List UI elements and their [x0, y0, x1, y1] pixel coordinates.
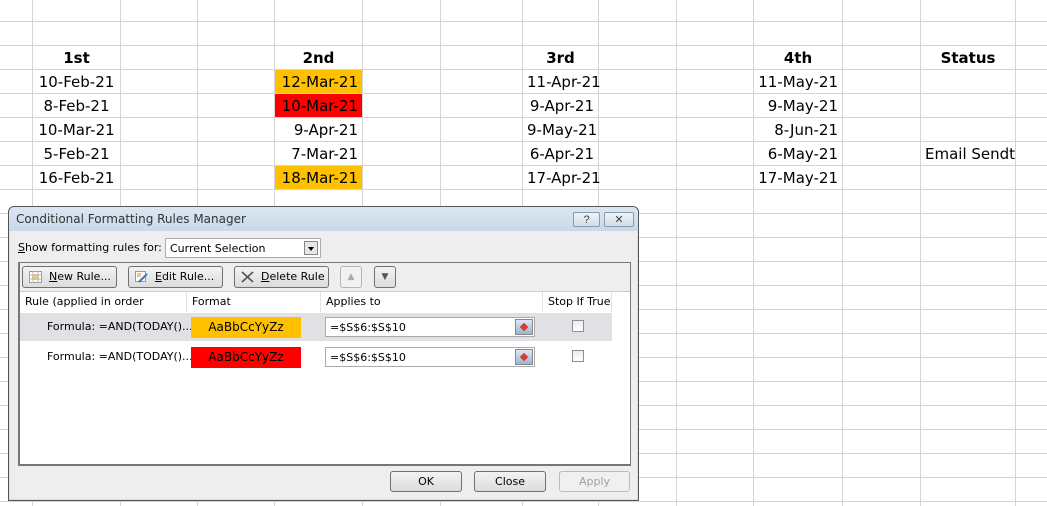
format-preview: AaBbCcYyZz	[191, 317, 301, 338]
help-button[interactable]: ?	[573, 212, 600, 227]
grid-line	[1015, 0, 1016, 506]
chevron-down-icon[interactable]	[304, 241, 318, 255]
cell-status[interactable]: Email Sendt	[921, 142, 1015, 165]
grid-line	[0, 189, 1047, 190]
column-header-applies-to[interactable]: Applies to	[321, 292, 543, 312]
cell-2nd[interactable]: 7-Mar-21	[275, 142, 362, 165]
cell-3rd[interactable]: 9-May-21	[523, 118, 598, 141]
rule-formula: Formula: =AND(TODAY()...	[47, 320, 193, 333]
applies-to-value: =$S$6:$S$10	[330, 321, 406, 334]
stop-if-true-checkbox[interactable]	[572, 320, 584, 332]
grid-line	[0, 21, 1047, 22]
delete-icon	[241, 271, 254, 283]
cell-2nd[interactable]: 12-Mar-21	[275, 70, 362, 93]
cell-status[interactable]	[921, 94, 1015, 117]
conditional-formatting-dialog: Conditional Formatting Rules Manager ? ✕…	[8, 206, 639, 501]
delete-rule-label: Delete Rule	[261, 270, 325, 283]
grid-line	[842, 0, 843, 506]
header-1st[interactable]: 1st	[33, 46, 120, 69]
move-down-button[interactable]: ▼	[374, 266, 396, 288]
close-icon: ✕	[614, 214, 624, 226]
show-rules-label-accel: S	[18, 241, 25, 254]
close-window-button[interactable]: ✕	[604, 212, 634, 227]
arrow-down-icon: ▼	[381, 272, 389, 282]
new-rule-icon	[29, 271, 42, 283]
rules-toolbar: New Rule... Edit Rule... Delete Rule ▲ ▼	[20, 263, 630, 292]
header-3rd[interactable]: 3rd	[523, 46, 598, 69]
rules-panel: New Rule... Edit Rule... Delete Rule ▲ ▼…	[18, 262, 631, 466]
cell-3rd[interactable]: 9-Apr-21	[523, 94, 598, 117]
ok-button[interactable]: OK	[390, 471, 462, 492]
cell-status[interactable]	[921, 70, 1015, 93]
cell-status[interactable]	[921, 118, 1015, 141]
range-select-icon[interactable]	[515, 319, 533, 335]
grid-line	[676, 0, 677, 506]
cell-2nd[interactable]: 10-Mar-21	[275, 94, 362, 117]
rule-row[interactable]: Formula: =AND(TODAY()... AaBbCcYyZz =$S$6:…	[20, 313, 612, 341]
cell-3rd[interactable]: 17-Apr-21	[523, 166, 601, 189]
cell-2nd[interactable]: 9-Apr-21	[275, 118, 362, 141]
cell-1st[interactable]: 10-Mar-21	[33, 118, 120, 141]
header-status[interactable]: Status	[921, 46, 1015, 69]
cell-4th[interactable]: 6-May-21	[754, 142, 842, 165]
header-2nd[interactable]: 2nd	[275, 46, 362, 69]
column-header-rule[interactable]: Rule (applied in order shown)	[20, 292, 187, 328]
cell-4th[interactable]: 17-May-21	[754, 166, 842, 189]
show-rules-label-text: how formatting rules for:	[24, 241, 162, 254]
new-rule-label: New Rule...	[49, 270, 111, 283]
cell-3rd[interactable]: 11-Apr-21	[523, 70, 601, 93]
column-header-format[interactable]: Format	[187, 292, 321, 312]
rule-formula: Formula: =AND(TODAY()...	[47, 350, 193, 363]
header-4th[interactable]: 4th	[754, 46, 842, 69]
apply-button[interactable]: Apply	[559, 471, 630, 492]
delete-rule-button[interactable]: Delete Rule	[234, 266, 329, 288]
dialog-title: Conditional Formatting Rules Manager	[16, 212, 246, 226]
move-up-button[interactable]: ▲	[340, 266, 362, 288]
edit-rule-button[interactable]: Edit Rule...	[128, 266, 223, 288]
show-rules-label: Show formatting rules for:	[18, 241, 162, 254]
cell-3rd[interactable]: 6-Apr-21	[523, 142, 598, 165]
show-rules-value: Current Selection	[170, 242, 266, 255]
cell-1st[interactable]: 5-Feb-21	[33, 142, 120, 165]
rule-row[interactable]: Formula: =AND(TODAY()... AaBbCcYyZz =$S$6:…	[20, 343, 612, 371]
cell-1st[interactable]: 16-Feb-21	[33, 166, 120, 189]
cell-4th[interactable]: 11-May-21	[754, 70, 842, 93]
cell-1st[interactable]: 10-Feb-21	[33, 70, 120, 93]
range-select-icon[interactable]	[515, 349, 533, 365]
applies-to-input[interactable]: =$S$6:$S$10	[325, 347, 535, 367]
cell-1st[interactable]: 8-Feb-21	[33, 94, 120, 117]
cell-2nd[interactable]: 18-Mar-21	[275, 166, 362, 189]
dialog-title-bar[interactable]: Conditional Formatting Rules Manager ? ✕	[9, 207, 638, 231]
close-button[interactable]: Close	[474, 471, 546, 492]
show-rules-dropdown[interactable]: Current Selection	[165, 238, 321, 258]
help-icon: ?	[583, 214, 590, 226]
stop-if-true-checkbox[interactable]	[572, 350, 584, 362]
format-preview: AaBbCcYyZz	[191, 347, 301, 368]
new-rule-button[interactable]: New Rule...	[22, 266, 117, 288]
applies-to-input[interactable]: =$S$6:$S$10	[325, 317, 535, 337]
edit-rule-icon	[135, 271, 148, 283]
cell-status[interactable]	[921, 166, 1015, 189]
cell-4th[interactable]: 8-Jun-21	[754, 118, 842, 141]
edit-rule-label: Edit Rule...	[155, 270, 215, 283]
arrow-up-icon: ▲	[347, 272, 355, 282]
cell-4th[interactable]: 9-May-21	[754, 94, 842, 117]
column-header-stop-if-true[interactable]: Stop If True	[543, 292, 612, 312]
grid-line	[0, 501, 1047, 502]
applies-to-value: =$S$6:$S$10	[330, 351, 406, 364]
